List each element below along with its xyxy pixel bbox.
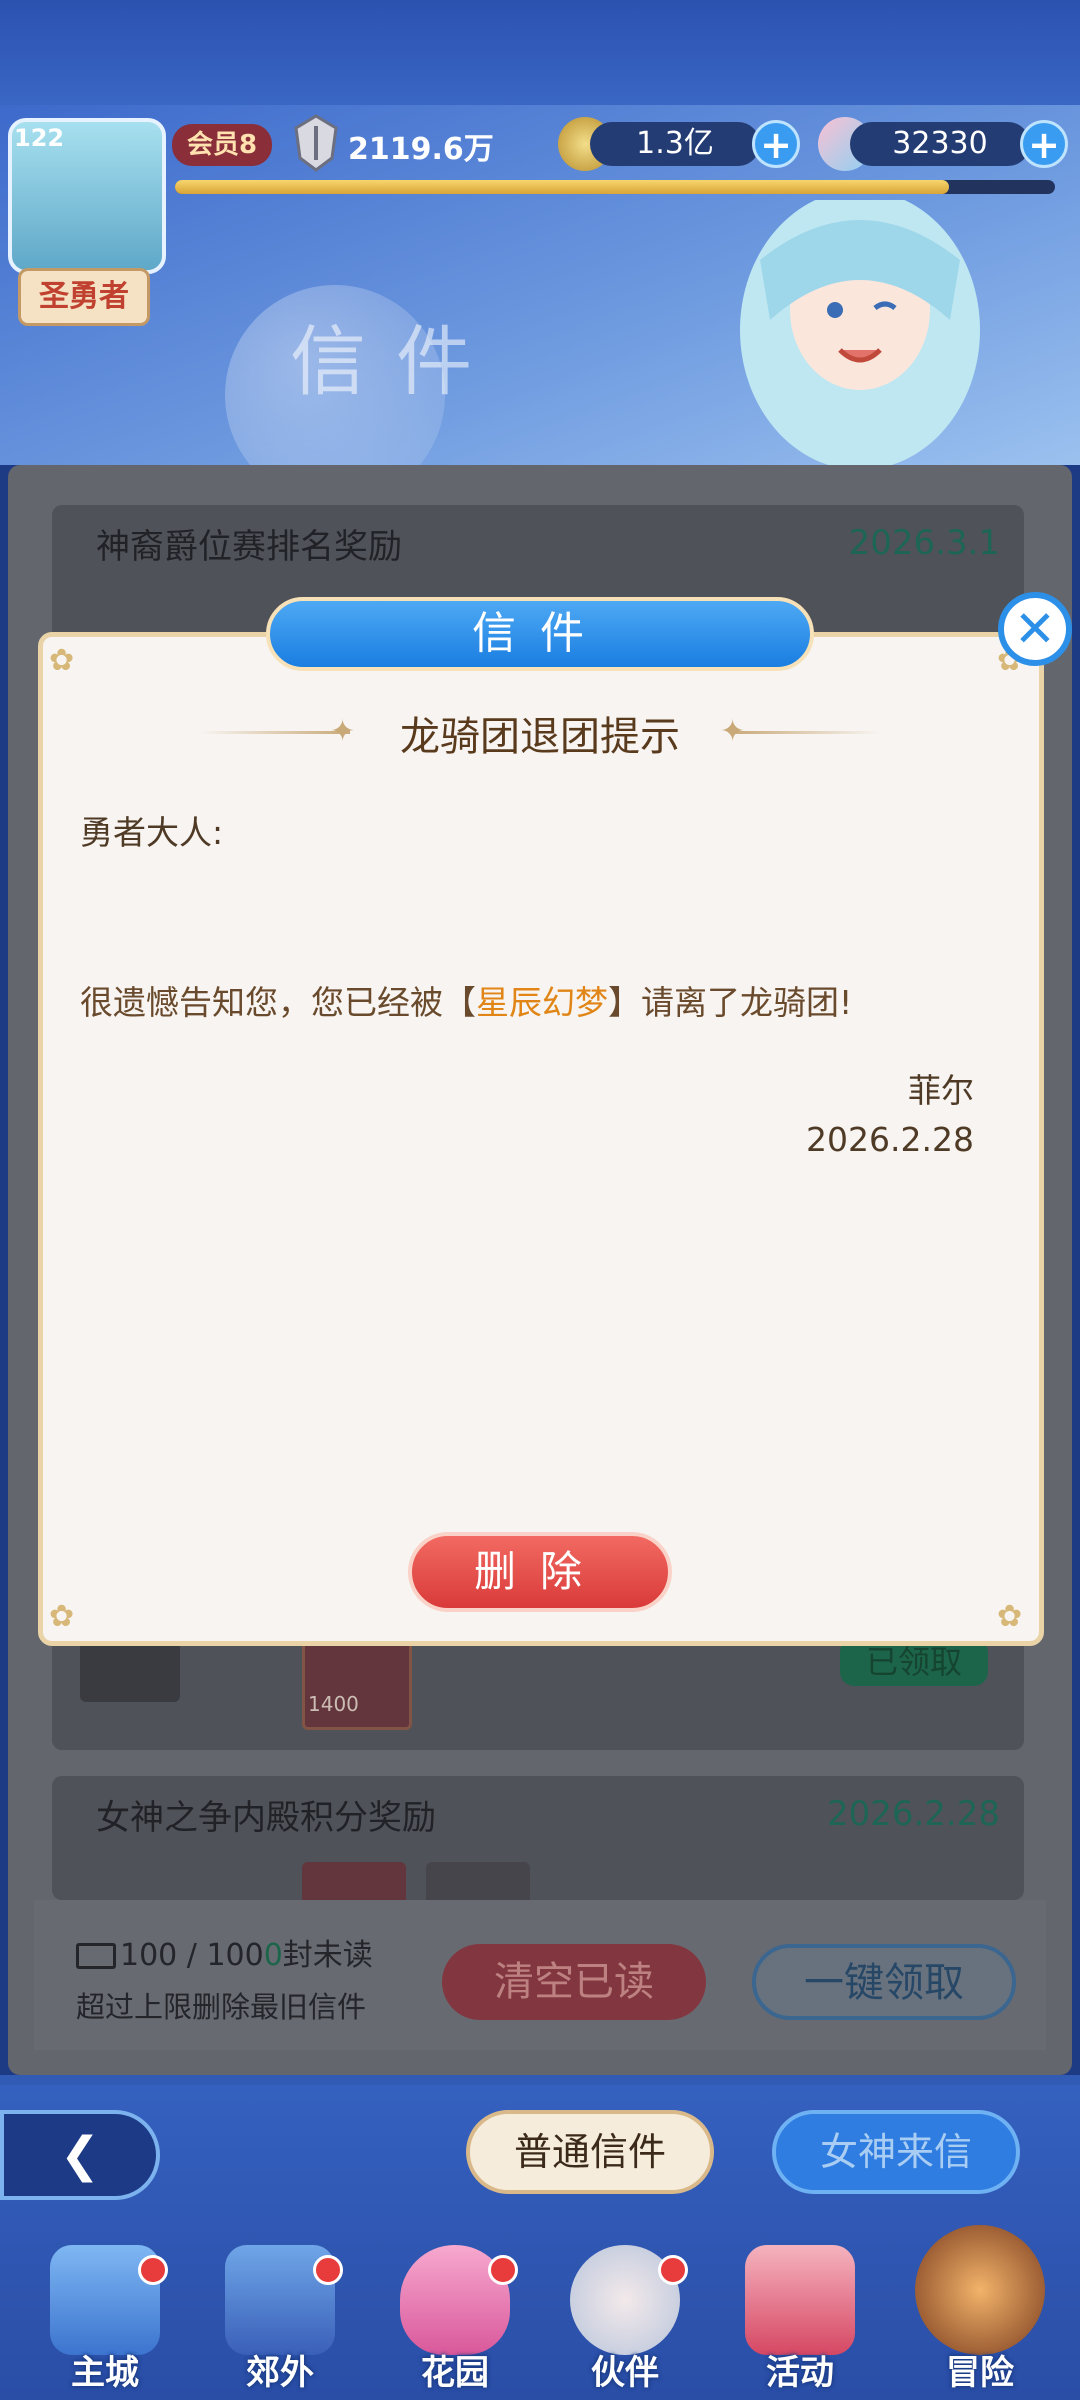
close-icon[interactable]: ✕	[998, 592, 1072, 666]
notification-dot	[313, 2255, 343, 2285]
notification-dot	[658, 2255, 688, 2285]
gift-box-icon	[745, 2245, 855, 2355]
delete-button[interactable]: 删除	[408, 1532, 672, 1612]
mail-date: 2026.2.28	[806, 1120, 974, 1159]
xp-bar-fill	[175, 180, 950, 194]
gold-amount: 1.3亿	[590, 122, 760, 166]
heroine-illustration	[740, 200, 980, 465]
nav-events[interactable]: 活动	[725, 2245, 875, 2395]
banner-title: 信件	[290, 317, 502, 406]
mail-body-text: 很遗憾告知您，您已经被【	[80, 983, 476, 1022]
nav-label: 伙伴	[591, 2353, 659, 2393]
sword-icon	[915, 2225, 1045, 2355]
nav-garden[interactable]: 花园	[380, 2245, 530, 2395]
nav-outskirts[interactable]: 郊外	[205, 2245, 355, 2395]
player-level: 122	[14, 124, 65, 152]
tab-goddess-mail[interactable]: 女神来信	[772, 2110, 1020, 2194]
dialog-title: 信件	[266, 597, 814, 671]
vip-badge[interactable]: 会员8	[172, 124, 272, 166]
gem-amount: 32330	[850, 122, 1030, 166]
mail-body: 很遗憾告知您，您已经被【星辰幻梦】请离了龙骑团!	[80, 976, 852, 1024]
nav-partner[interactable]: 伙伴	[550, 2245, 700, 2395]
corner-ornament: ✿	[49, 643, 75, 678]
corner-ornament: ✿	[997, 1599, 1023, 1634]
nav-label: 花园	[421, 2353, 489, 2393]
mail-salutation: 勇者大人:	[80, 813, 224, 852]
player-title-badge: 圣勇者	[18, 268, 150, 326]
top-strip	[0, 0, 1080, 105]
nav-label: 主城	[71, 2353, 139, 2393]
add-gold-button[interactable]: +	[752, 120, 800, 168]
nav-label: 冒险	[946, 2353, 1014, 2393]
add-gem-button[interactable]: +	[1020, 120, 1068, 168]
nav-adventure[interactable]: 冒险	[905, 2225, 1055, 2395]
mail-sender: 菲尔	[908, 1071, 974, 1110]
notification-dot	[138, 2255, 168, 2285]
notification-dot	[488, 2255, 518, 2285]
nav-label: 活动	[766, 2353, 834, 2393]
corner-ornament: ✿	[49, 1599, 75, 1634]
power-icon	[294, 114, 338, 172]
nav-main-city[interactable]: 主城	[30, 2245, 180, 2395]
xp-bar	[175, 180, 1055, 194]
combat-power: 2119.6万	[348, 132, 494, 167]
mail-body-text: 】请离了龙骑团!	[608, 983, 853, 1022]
back-arrow-icon[interactable]: ❮	[0, 2110, 160, 2200]
guild-member-name: 星辰幻梦	[476, 983, 608, 1022]
mail-subject: 龙骑团退团提示	[400, 714, 680, 760]
tab-normal-mail[interactable]: 普通信件	[466, 2110, 714, 2194]
nav-label: 郊外	[246, 2353, 314, 2393]
